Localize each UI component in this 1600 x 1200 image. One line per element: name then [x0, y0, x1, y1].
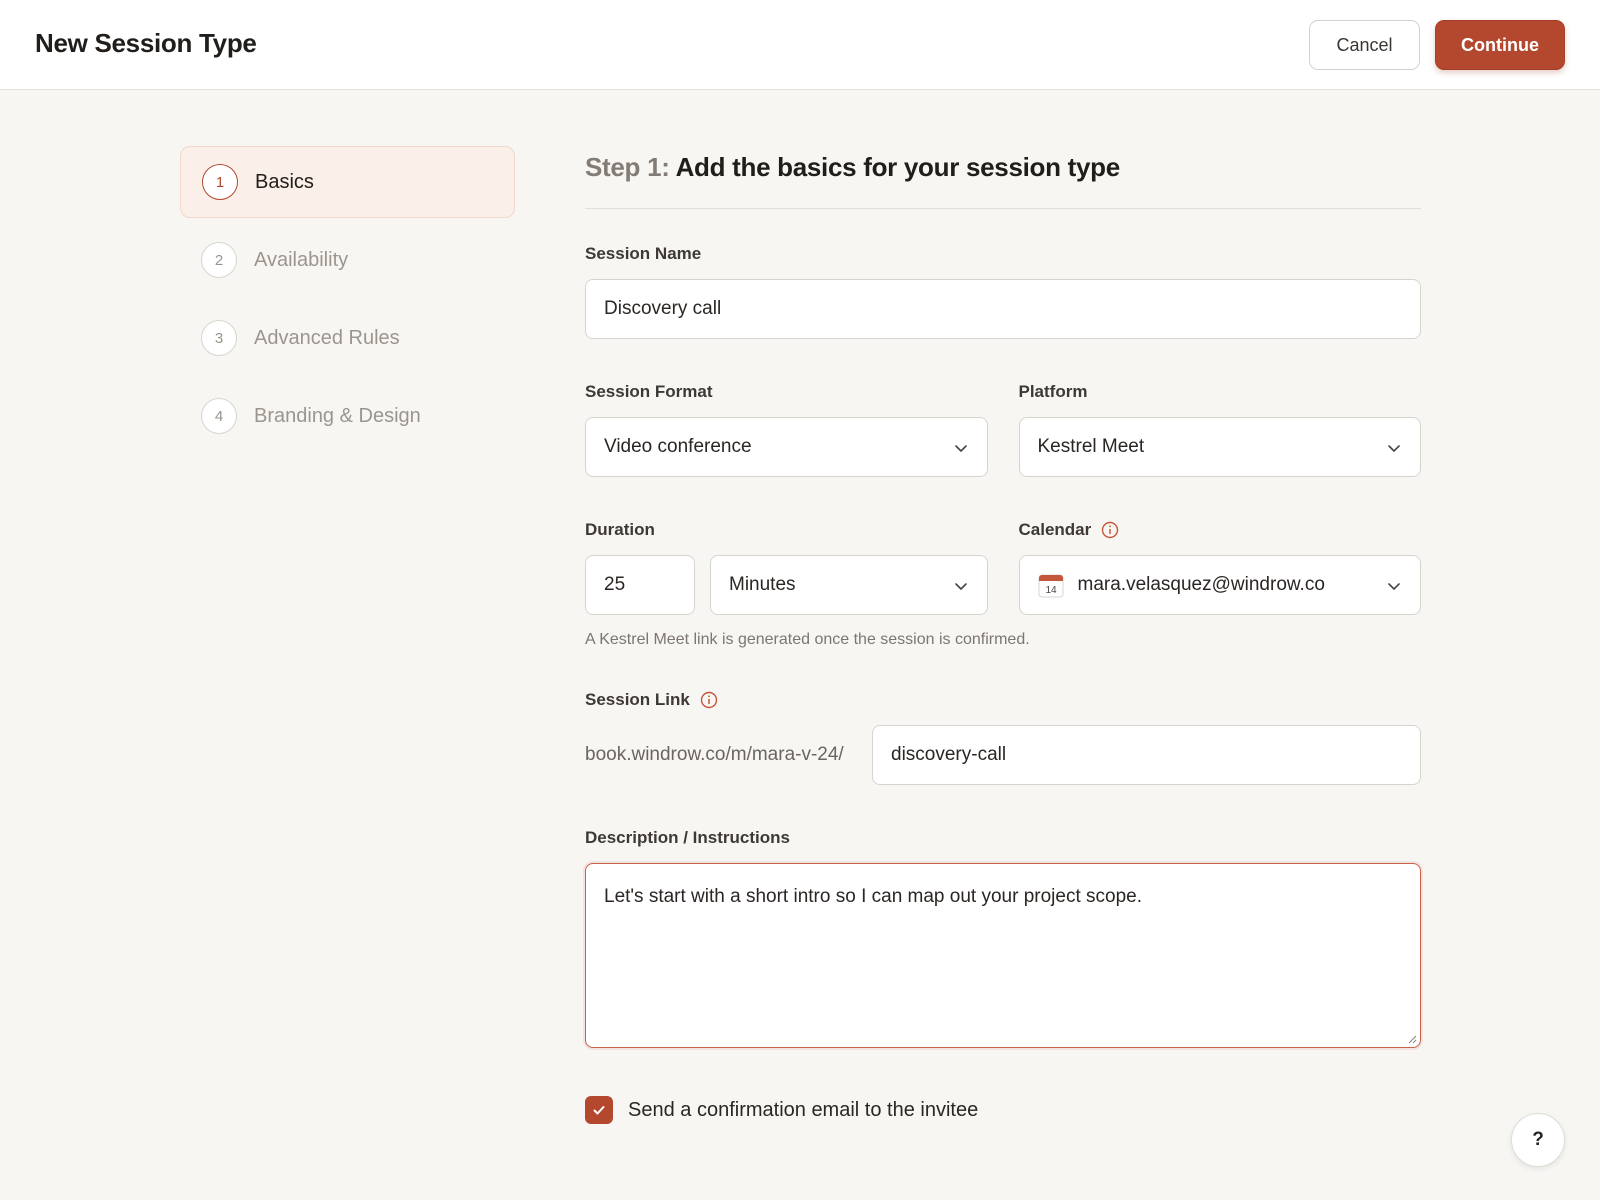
- help-button[interactable]: ?: [1511, 1113, 1565, 1167]
- info-icon[interactable]: [1101, 521, 1119, 539]
- description-label: Description / Instructions: [585, 828, 790, 847]
- step-number: 2: [201, 242, 237, 278]
- platform-label: Platform: [1018, 382, 1088, 401]
- chevron-down-icon: [1388, 583, 1400, 590]
- step-advanced-rules[interactable]: 3 Advanced Rules: [180, 302, 515, 374]
- heading-step-prefix: Step 1:: [585, 152, 670, 182]
- duration-label: Duration: [585, 520, 655, 539]
- divider: [585, 208, 1421, 209]
- step-label: Availability: [254, 248, 349, 271]
- step-label: Basics: [255, 170, 314, 193]
- confirmation-email-label: Send a confirmation email to the invitee: [628, 1098, 979, 1121]
- continue-button[interactable]: Continue: [1435, 20, 1565, 70]
- session-name-label: Session Name: [585, 244, 702, 263]
- chevron-down-icon: [1388, 445, 1400, 452]
- session-link-label-text: Session Link: [585, 690, 690, 709]
- step-number: 4: [201, 398, 237, 434]
- resize-handle-icon[interactable]: [1407, 1034, 1417, 1044]
- calendar-label-text: Calendar: [1018, 520, 1092, 539]
- info-icon[interactable]: [700, 691, 718, 709]
- confirmation-email-option[interactable]: Send a confirmation email to the invitee: [585, 1096, 1421, 1124]
- page-title: New Session Type: [35, 28, 257, 58]
- session-format-select[interactable]: Video conference: [585, 417, 988, 477]
- step-label: Advanced Rules: [254, 326, 400, 349]
- session-format-label: Session Format: [585, 382, 713, 401]
- session-format-value: Video conference: [604, 436, 752, 457]
- step-number: 1: [202, 164, 238, 200]
- calendar-label: Calendar: [1019, 519, 1422, 541]
- heading-text: Add the basics for your session type: [675, 152, 1121, 182]
- cancel-button[interactable]: Cancel: [1309, 20, 1420, 70]
- calendar-value: mara.velasquez@windrow.co: [1077, 574, 1325, 595]
- description-textarea[interactable]: Let's start with a short intro so I can …: [585, 863, 1421, 1048]
- step-availability[interactable]: 2 Availability: [180, 224, 515, 296]
- description-value: Let's start with a short intro so I can …: [604, 886, 1142, 907]
- form-heading: Step 1: Add the basics for your session …: [585, 146, 1421, 208]
- session-link-label: Session Link: [585, 689, 1421, 711]
- checkmark-icon: [593, 1106, 605, 1115]
- chevron-down-icon: [954, 583, 967, 590]
- chevron-down-icon: [954, 445, 967, 452]
- session-name-input[interactable]: Discovery call: [585, 279, 1421, 339]
- helper-text: A Kestrel Meet link is generated once th…: [585, 631, 1030, 648]
- step-navigation: 1 Basics 2 Availability 3 Advanced Rules…: [180, 146, 515, 458]
- step-label: Branding & Design: [254, 404, 421, 427]
- session-form: Step 1: Add the basics for your session …: [585, 146, 1421, 1124]
- duration-amount-input[interactable]: 25: [585, 555, 695, 615]
- calendar-select[interactable]: 14 mara.velasquez@windrow.co: [1018, 555, 1421, 615]
- session-link-prefix: book.windrow.co/m/mara-v-24/: [585, 744, 844, 765]
- platform-select[interactable]: Kestrel Meet: [1018, 417, 1421, 477]
- step-basics[interactable]: 1 Basics: [180, 146, 515, 218]
- step-number: 3: [201, 320, 237, 356]
- top-bar: New Session Type Cancel Continue: [0, 0, 1600, 90]
- platform-value: Kestrel Meet: [1037, 436, 1145, 457]
- session-link-slug-input[interactable]: discovery-call: [872, 725, 1421, 785]
- calendar-icon: 14: [1038, 574, 1063, 598]
- step-branding-design[interactable]: 4 Branding & Design: [180, 380, 515, 452]
- calendar-icon-day: 14: [1045, 585, 1057, 596]
- confirmation-email-checkbox[interactable]: [585, 1096, 613, 1124]
- duration-unit-select[interactable]: Minutes: [710, 555, 988, 615]
- duration-unit-value: Minutes: [729, 574, 796, 595]
